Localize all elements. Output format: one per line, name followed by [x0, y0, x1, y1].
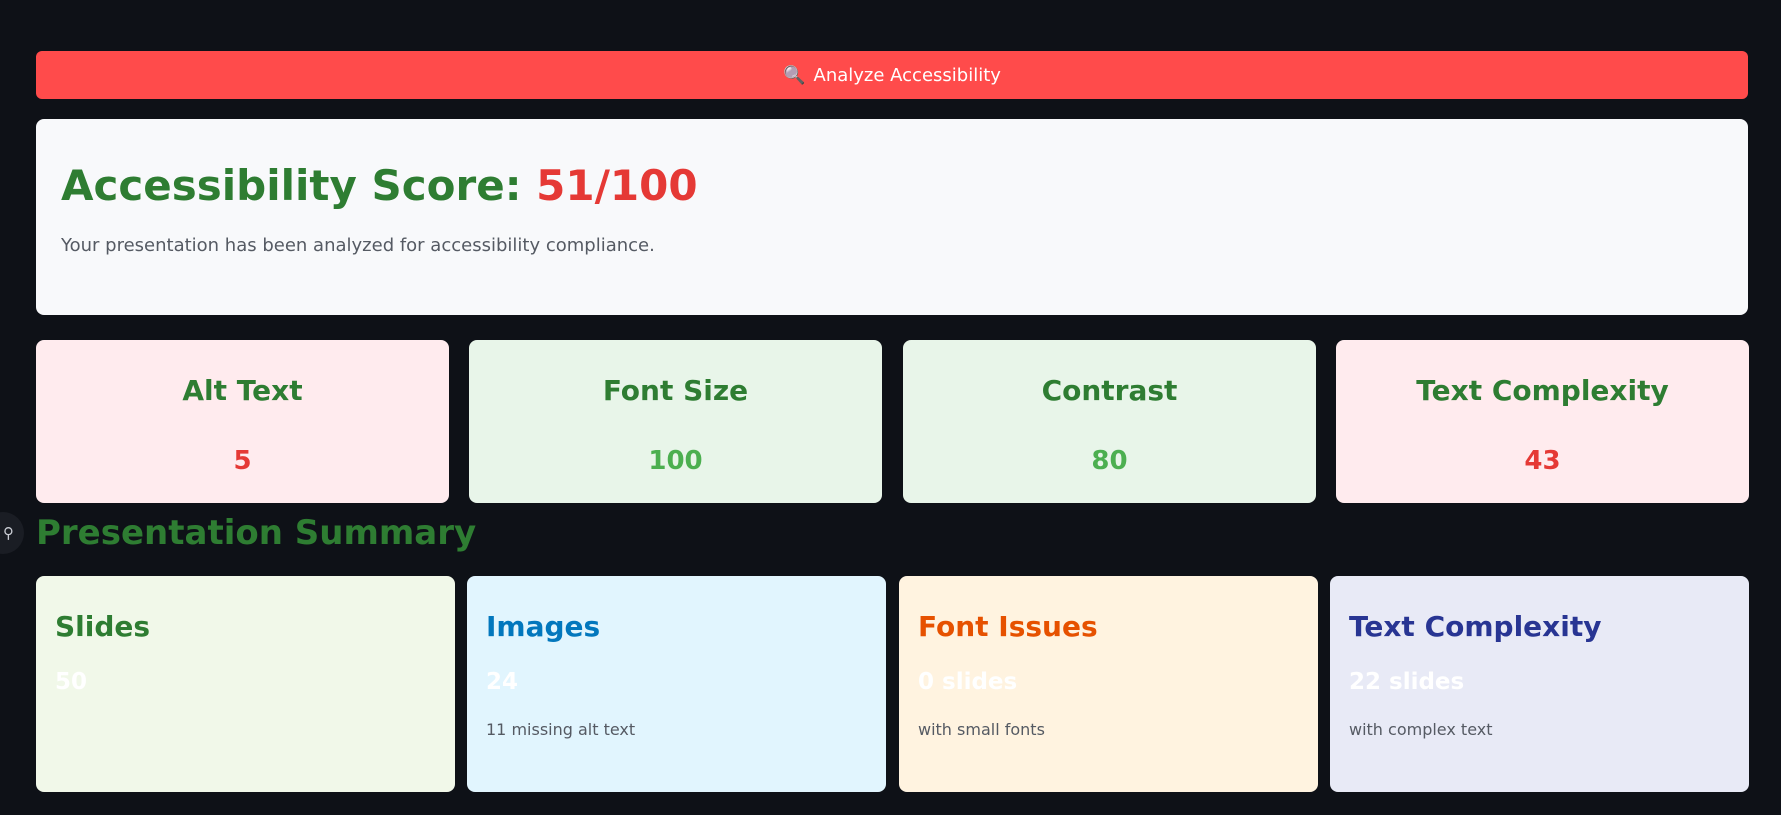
summary-card-text-complexity: Text Complexity 22 slides with complex t…: [1330, 576, 1749, 792]
score-card: Accessibility Score: 51/100 Your present…: [36, 119, 1748, 315]
metric-card-font-size: Font Size 100: [469, 340, 882, 503]
summary-card-note: with small fonts: [918, 720, 1045, 739]
analyze-button-label: Analyze Accessibility: [813, 64, 1001, 86]
metric-card-contrast: Contrast 80: [903, 340, 1316, 503]
score-heading: Accessibility Score: 51/100: [61, 161, 1724, 210]
app-page: 🔍 Analyze Accessibility Accessibility Sc…: [0, 0, 1781, 815]
metric-label: Text Complexity: [1416, 374, 1669, 407]
summary-title: Presentation Summary: [36, 513, 477, 553]
magnifier-icon: 🔍: [783, 64, 806, 86]
summary-card-value: 24: [486, 669, 519, 695]
metric-label: Contrast: [1041, 374, 1178, 407]
metric-value: 5: [233, 446, 252, 476]
summary-card-value: 50: [55, 669, 88, 695]
summary-card-title: Images: [486, 610, 601, 643]
summary-card-note: with complex text: [1349, 720, 1493, 739]
score-value: 51/100: [536, 161, 698, 210]
pin-icon[interactable]: ⚲: [0, 512, 24, 554]
metric-cards: Alt Text 5 Font Size 100 Contrast 80 Tex…: [36, 340, 1749, 503]
analyze-accessibility-button[interactable]: 🔍 Analyze Accessibility: [36, 51, 1748, 99]
summary-card-title: Font Issues: [918, 610, 1098, 643]
metric-value: 100: [648, 446, 703, 476]
summary-card-font-issues: Font Issues 0 slides with small fonts: [899, 576, 1318, 792]
summary-card-slides: Slides 50: [36, 576, 455, 792]
summary-card-note: 11 missing alt text: [486, 720, 636, 739]
summary-card-value: 22 slides: [1349, 669, 1465, 695]
metric-label: Font Size: [602, 374, 749, 407]
metric-value: 80: [1091, 446, 1128, 476]
score-label: Accessibility Score:: [61, 161, 522, 210]
metric-value: 43: [1524, 446, 1561, 476]
score-description: Your presentation has been analyzed for …: [61, 235, 655, 257]
metric-card-alt-text: Alt Text 5: [36, 340, 449, 503]
summary-card-images: Images 24 11 missing alt text: [467, 576, 886, 792]
summary-card-value: 0 slides: [918, 669, 1018, 695]
summary-cards: Slides 50 Images 24 11 missing alt text …: [36, 576, 1749, 792]
metric-card-text-complexity: Text Complexity 43: [1336, 340, 1749, 503]
summary-card-title: Slides: [55, 610, 151, 643]
metric-label: Alt Text: [182, 374, 303, 407]
summary-card-title: Text Complexity: [1349, 610, 1602, 643]
